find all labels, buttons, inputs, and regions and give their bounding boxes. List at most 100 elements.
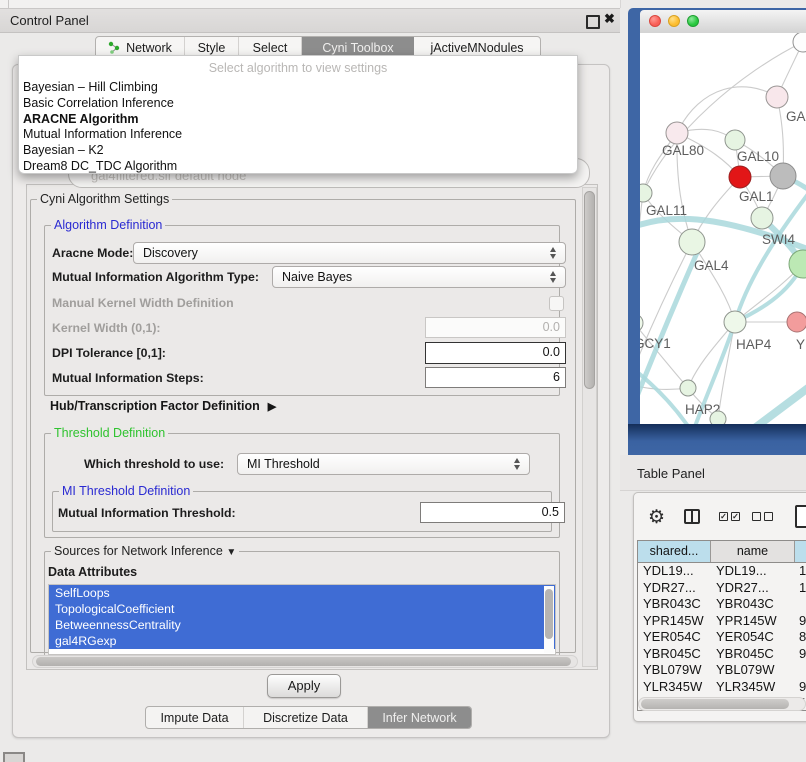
network-node-label: GAL11: [646, 203, 687, 218]
attribute-item[interactable]: BetweennessCentrality: [49, 617, 555, 633]
network-node[interactable]: [725, 130, 745, 150]
table-cell: YDR27...: [716, 580, 769, 597]
dropdown-item[interactable]: Bayesian – Hill Climbing: [23, 80, 573, 96]
network-node[interactable]: [666, 122, 688, 144]
attribute-item[interactable]: SelfLoops: [49, 585, 555, 601]
dropdown-item[interactable]: Bayesian – K2: [23, 143, 573, 159]
network-edge[interactable]: [677, 87, 777, 133]
table-cell: 9.: [799, 646, 806, 663]
scrollbar-thumb[interactable]: [641, 699, 789, 709]
table-cell: YPR145W: [716, 613, 777, 630]
network-edge-highlighted[interactable]: [748, 379, 806, 424]
network-window-titlebar[interactable]: [640, 10, 806, 34]
network-node[interactable]: [789, 250, 806, 278]
network-edge[interactable]: [640, 242, 692, 373]
network-edge[interactable]: [640, 193, 643, 323]
dropdown-item[interactable]: Dream8 DC_TDC Algorithm: [23, 159, 573, 175]
table-cell: YLR345W: [716, 679, 775, 696]
network-node[interactable]: [793, 33, 806, 52]
column-header-name[interactable]: name: [711, 541, 795, 562]
gear-icon[interactable]: ⚙: [648, 506, 665, 529]
network-node[interactable]: [679, 229, 705, 255]
network-node[interactable]: [710, 411, 726, 424]
table-row[interactable]: YER054CYER054C8.: [638, 629, 806, 646]
dropdown-placeholder: Select algorithm to view settings: [19, 61, 577, 75]
tab-discretize-data[interactable]: Discretize Data: [244, 707, 368, 728]
table-row[interactable]: YBR045CYBR045C9.: [638, 646, 806, 663]
network-edge-highlighted[interactable]: [694, 181, 806, 424]
tab-infer-network[interactable]: Infer Network: [368, 707, 471, 728]
data-attributes-list: SelfLoops TopologicalCoefficient Between…: [48, 584, 556, 655]
kernel-width-label: Kernel Width (0,1):: [52, 321, 161, 335]
dropdown-item-selected[interactable]: ARACNE Algorithm: [23, 112, 573, 128]
table-cell: 8.: [799, 629, 806, 646]
table-cell: YER054C: [716, 629, 774, 646]
network-canvas[interactable]: GALGAL80GAL10GAL1GAL11SWI4GAL4GCY1HAP4YH…: [640, 33, 806, 424]
which-threshold-select[interactable]: MI Threshold: [237, 453, 530, 475]
table-row[interactable]: YPR145WYPR145W9.: [638, 613, 806, 630]
network-node-label: GCY1: [640, 336, 671, 351]
table-cell: 13: [799, 563, 806, 580]
network-node-label: GAL80: [662, 143, 704, 158]
spinner-arrows-icon: [549, 246, 557, 260]
column-header-shared-name[interactable]: shared...: [638, 541, 711, 562]
column-header-partial[interactable]: [795, 541, 806, 562]
close-icon[interactable]: ✖: [604, 11, 615, 27]
network-node[interactable]: [766, 86, 788, 108]
kernel-width-field[interactable]: 0.0: [425, 317, 566, 338]
mi-threshold-field[interactable]: 0.5: [420, 502, 565, 523]
table-horizontal-scrollbar[interactable]: [638, 697, 806, 711]
table-cell: YDL19...: [716, 563, 767, 580]
scrollbar-thumb[interactable]: [584, 191, 595, 389]
network-node[interactable]: [640, 184, 652, 202]
table-row[interactable]: YBR043CYBR043C: [638, 596, 806, 613]
attribute-item[interactable]: gal4RGexp: [49, 633, 555, 649]
network-node[interactable]: [640, 314, 643, 332]
hub-definition-toggle[interactable]: Hub/Transcription Factor Definition▶: [50, 399, 276, 413]
network-node[interactable]: [680, 380, 696, 396]
scrollbar-thumb[interactable]: [36, 657, 571, 666]
dpi-tolerance-field[interactable]: 0.0: [425, 342, 566, 364]
settings-vertical-scrollbar[interactable]: [582, 187, 597, 667]
network-node-label: Y: [796, 337, 805, 352]
network-node[interactable]: [751, 207, 773, 229]
aracne-mode-select[interactable]: Discovery: [133, 242, 566, 264]
table-row[interactable]: YDL19...YDL19...13: [638, 563, 806, 580]
manual-kernel-width-checkbox[interactable]: [549, 296, 564, 311]
mi-threshold-label: Mutual Information Threshold:: [58, 506, 236, 520]
manual-kernel-width-label: Manual Kernel Width Definition: [52, 296, 234, 310]
mi-steps-field[interactable]: 6: [425, 367, 566, 388]
control-panel-titlebar: Control Panel ✖: [0, 8, 620, 33]
dropdown-item[interactable]: Basic Correlation Inference: [23, 96, 573, 112]
settings-horizontal-scrollbar[interactable]: [32, 655, 578, 668]
node-table: shared... name YDL19...YDL19...13YDR27..…: [637, 540, 806, 711]
table-row[interactable]: YLR345WYLR345W9.: [638, 679, 806, 696]
table-cell: YBR043C: [716, 596, 774, 613]
float-window-icon[interactable]: [586, 15, 600, 29]
network-edge[interactable]: [718, 322, 735, 419]
deselect-all-checkboxes-icon[interactable]: [752, 512, 774, 521]
dropdown-item[interactable]: Mutual Information Inference: [23, 127, 573, 143]
window-close-icon[interactable]: [649, 15, 661, 27]
table-panel-titlebar: Table Panel: [620, 455, 806, 491]
attribute-list-scrollbar[interactable]: [544, 586, 554, 653]
network-node[interactable]: [729, 166, 751, 188]
network-edge[interactable]: [688, 322, 735, 388]
apply-button[interactable]: Apply: [267, 674, 341, 698]
columns-icon[interactable]: [684, 509, 700, 524]
table-sheet-icon[interactable]: [795, 505, 806, 528]
window-zoom-icon[interactable]: [687, 15, 699, 27]
table-panel-title: Table Panel: [637, 466, 705, 481]
window-minimize-icon[interactable]: [668, 15, 680, 27]
network-node[interactable]: [770, 163, 796, 189]
select-all-checkboxes-icon[interactable]: ✓✓: [719, 512, 741, 521]
network-node[interactable]: [787, 312, 806, 332]
table-row[interactable]: YBL079WYBL079W: [638, 662, 806, 679]
dock-icon[interactable]: [3, 752, 25, 762]
network-node[interactable]: [724, 311, 746, 333]
mi-algorithm-type-select[interactable]: Naive Bayes: [272, 266, 566, 288]
attribute-item[interactable]: TopologicalCoefficient: [49, 601, 555, 617]
table-row[interactable]: YDR27...YDR27...12: [638, 580, 806, 597]
tab-impute-data[interactable]: Impute Data: [146, 707, 244, 728]
sources-legend[interactable]: Sources for Network Inference ▼: [51, 544, 239, 558]
